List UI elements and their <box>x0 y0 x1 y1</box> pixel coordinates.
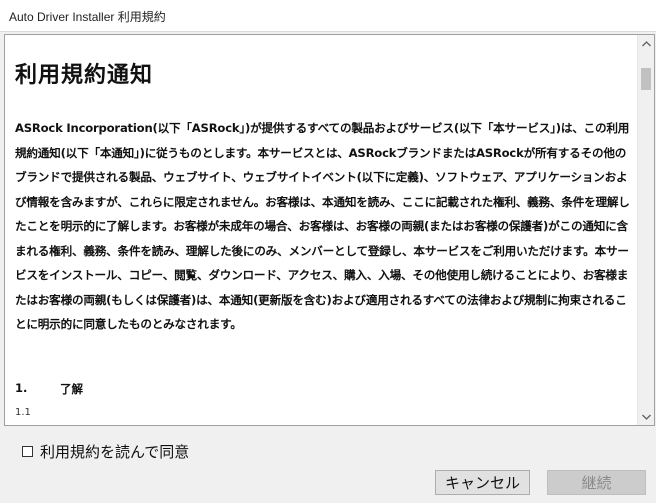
terms-heading: 利用規約通知 <box>15 63 154 88</box>
continue-button[interactable]: 継続 <box>547 470 646 495</box>
chevron-down-icon <box>641 414 651 420</box>
cancel-button[interactable]: キャンセル <box>435 470 530 495</box>
title-bar[interactable]: Auto Driver Installer 利用規約 <box>0 0 656 32</box>
scroll-up-button[interactable] <box>638 35 654 52</box>
vertical-scrollbar[interactable] <box>637 35 654 425</box>
section-number: 1. <box>15 381 28 395</box>
terms-panel: 利用規約通知 ASRock Incorporation(以下「ASRock」)が… <box>4 34 655 426</box>
agree-row[interactable]: 利用規約を読んで同意 <box>22 441 189 461</box>
window-title: Auto Driver Installer 利用規約 <box>9 10 166 24</box>
subsection-number: 1.1 <box>15 407 31 418</box>
scroll-thumb[interactable] <box>641 68 651 90</box>
chevron-up-icon <box>641 40 651 46</box>
section-title: 了解 <box>60 382 83 396</box>
terms-document: 利用規約通知 ASRock Incorporation(以下「ASRock」)が… <box>5 35 637 425</box>
agree-checkbox-label[interactable]: 利用規約を読んで同意 <box>40 441 189 462</box>
agree-checkbox[interactable] <box>22 445 33 457</box>
scroll-down-button[interactable] <box>638 408 654 425</box>
terms-paragraph: ASRock Incorporation(以下「ASRock」)が提供するすべて… <box>15 121 630 331</box>
